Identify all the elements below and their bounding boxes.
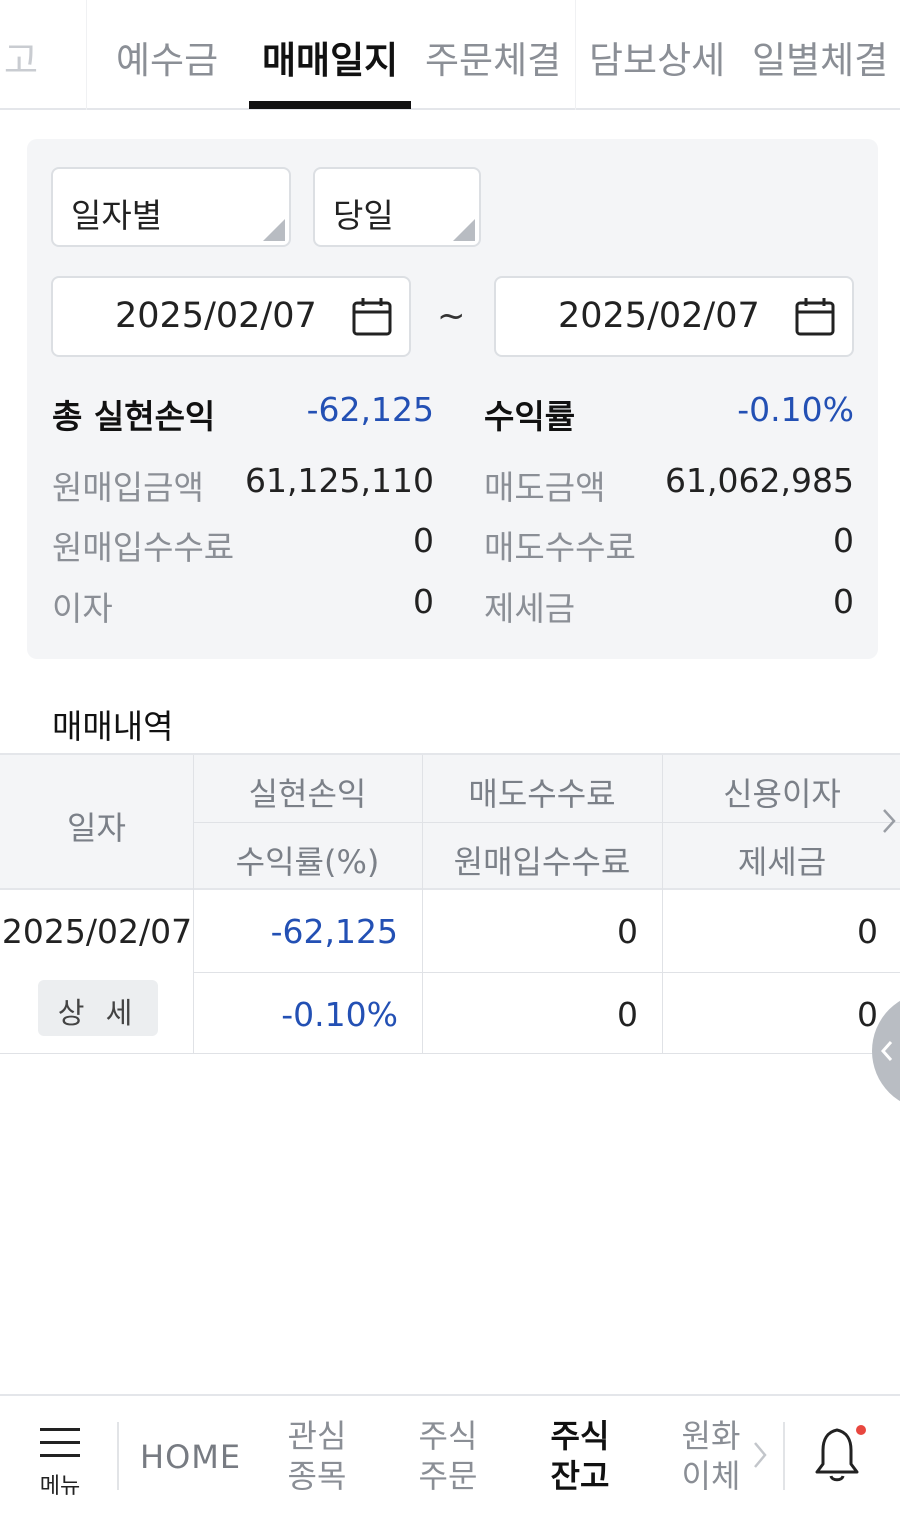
nav-krw-transfer[interactable]: 원화 이체 bbox=[671, 1416, 751, 1496]
tab-daily-execution[interactable]: 일별체결 bbox=[752, 30, 888, 82]
period-range-value: 당일 bbox=[333, 196, 394, 235]
tab-collateral-detail[interactable]: 담보상세 bbox=[589, 30, 725, 82]
tab-divider bbox=[86, 0, 87, 110]
buy-fee-value: 0 bbox=[413, 521, 434, 560]
nav-more-chevron-icon[interactable] bbox=[753, 1441, 767, 1469]
period-type-select[interactable]: 일자별 bbox=[51, 167, 291, 247]
row-divider bbox=[193, 972, 900, 973]
row-return-rate: -0.10% bbox=[281, 995, 398, 1034]
tab-trade-journal[interactable]: 매매일지 bbox=[262, 30, 398, 82]
header-return-rate: 수익률(%) bbox=[235, 843, 380, 881]
notification-bell-icon[interactable] bbox=[813, 1424, 867, 1486]
period-type-value: 일자별 bbox=[71, 196, 163, 235]
scroll-right-chevron-icon[interactable] bbox=[882, 808, 896, 834]
nav-label-line2: 이체 bbox=[681, 1457, 741, 1495]
tab-partial-left[interactable]: 고 bbox=[4, 30, 38, 82]
calendar-icon[interactable] bbox=[794, 296, 836, 338]
header-buy-fee: 원매입수수료 bbox=[453, 843, 631, 881]
return-rate-label: 수익률 bbox=[484, 397, 576, 436]
header-credit-interest: 신용이자 bbox=[723, 775, 841, 813]
sell-fee-value: 0 bbox=[833, 521, 854, 560]
header-realized-profit: 실현손익 bbox=[248, 775, 367, 813]
nav-label-line1: 주식 bbox=[550, 1417, 610, 1455]
nav-home[interactable]: HOME bbox=[140, 1438, 241, 1476]
dropdown-corner-icon bbox=[453, 219, 475, 241]
detail-button[interactable]: 상 세 bbox=[38, 980, 158, 1036]
end-date-value: 2025/02/07 bbox=[558, 296, 760, 336]
chevron-left-icon bbox=[880, 1041, 893, 1061]
nav-label-line1: 관심 bbox=[287, 1417, 347, 1455]
tab-deposit[interactable]: 예수금 bbox=[116, 30, 218, 82]
nav-divider bbox=[783, 1422, 785, 1490]
nav-watchlist[interactable]: 관심 종목 bbox=[277, 1416, 357, 1496]
tab-bar: 고 예수금 매매일지 주문체결 담보상세 일별체결 bbox=[0, 0, 900, 110]
buy-fee-label: 원매입수수료 bbox=[52, 528, 235, 567]
calendar-icon[interactable] bbox=[351, 296, 393, 338]
row-tax: 0 bbox=[857, 995, 878, 1034]
nav-label-line2: 잔고 bbox=[550, 1457, 610, 1495]
nav-divider bbox=[117, 1422, 119, 1490]
buy-amount-value: 61,125,110 bbox=[245, 461, 434, 500]
bottom-nav: 메뉴 HOME 관심 종목 주식 주문 주식 잔고 원화 이체 bbox=[0, 1394, 900, 1517]
sell-fee-label: 매도수수료 bbox=[484, 528, 636, 567]
menu-label: 메뉴 bbox=[39, 1474, 81, 1499]
hamburger-icon bbox=[40, 1441, 80, 1444]
row-credit-interest: 0 bbox=[857, 912, 878, 951]
row-sell-fee: 0 bbox=[617, 912, 638, 951]
end-date-field[interactable]: 2025/02/07 bbox=[494, 276, 854, 357]
row-buy-fee: 0 bbox=[617, 995, 638, 1034]
row-divider bbox=[0, 1053, 900, 1054]
start-date-value: 2025/02/07 bbox=[115, 296, 317, 336]
period-range-select[interactable]: 당일 bbox=[313, 167, 481, 247]
sell-amount-label: 매도금액 bbox=[484, 468, 606, 507]
row-realized-profit: -62,125 bbox=[270, 912, 398, 951]
date-range-separator: ~ bbox=[437, 296, 466, 336]
total-profit-value: -62,125 bbox=[306, 390, 434, 429]
tab-divider bbox=[575, 0, 576, 110]
interest-value: 0 bbox=[413, 582, 434, 621]
tax-value: 0 bbox=[833, 582, 854, 621]
nav-label-line1: 주식 bbox=[418, 1417, 478, 1455]
dropdown-corner-icon bbox=[263, 219, 285, 241]
buy-amount-label: 원매입금액 bbox=[52, 468, 204, 507]
trade-list-title: 매매내역 bbox=[52, 707, 174, 746]
nav-label-line1: 원화 bbox=[681, 1417, 741, 1455]
header-sell-fee: 매도수수료 bbox=[468, 775, 616, 813]
total-profit-label: 총 실현손익 bbox=[52, 397, 216, 436]
hamburger-icon bbox=[40, 1428, 80, 1431]
active-tab-indicator bbox=[249, 101, 411, 109]
sell-amount-value: 61,062,985 bbox=[665, 461, 854, 500]
start-date-field[interactable]: 2025/02/07 bbox=[51, 276, 411, 357]
menu-button[interactable]: 메뉴 bbox=[36, 1424, 84, 1499]
trade-table-header: 일자 실현손익 수익률(%) 매도수수료 원매입수수료 신용이자 제세금 bbox=[0, 753, 900, 892]
nav-label-line2: 종목 bbox=[287, 1457, 347, 1495]
tab-order-execution[interactable]: 주문체결 bbox=[425, 30, 561, 82]
tax-label: 제세금 bbox=[484, 589, 576, 628]
hamburger-icon bbox=[40, 1454, 80, 1457]
return-rate-value: -0.10% bbox=[737, 390, 854, 429]
header-divider bbox=[193, 822, 900, 823]
nav-stock-balance[interactable]: 주식 잔고 bbox=[540, 1416, 620, 1496]
header-tax: 제세금 bbox=[737, 843, 827, 881]
nav-label-line2: 주문 bbox=[418, 1457, 478, 1495]
header-date: 일자 bbox=[67, 809, 126, 847]
row-date: 2025/02/07 bbox=[1, 912, 193, 951]
interest-label: 이자 bbox=[52, 589, 113, 628]
nav-stock-order[interactable]: 주식 주문 bbox=[408, 1416, 488, 1496]
